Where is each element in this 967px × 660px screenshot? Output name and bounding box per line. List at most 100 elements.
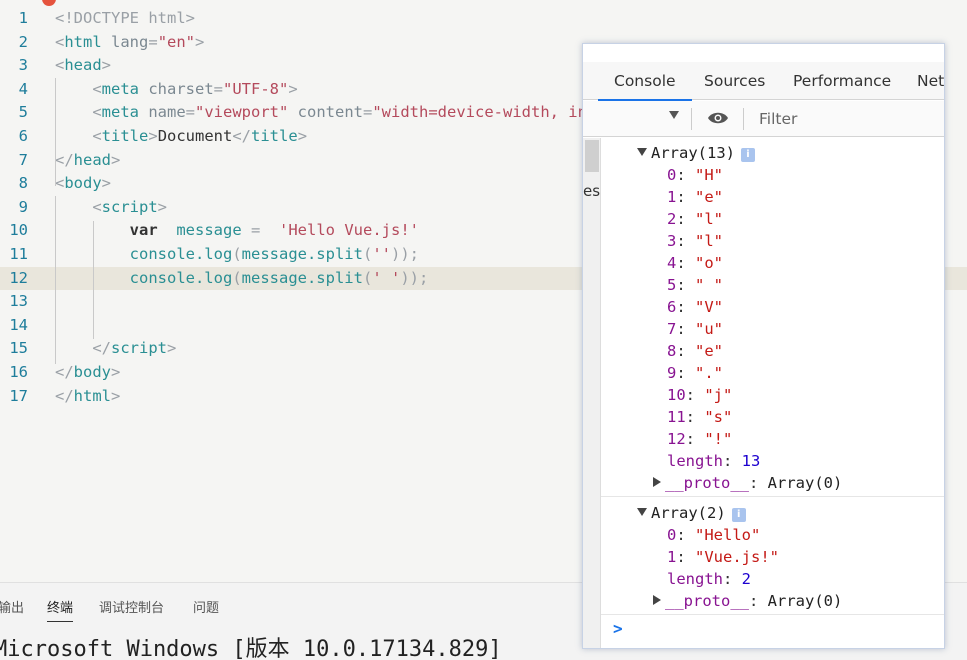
array-header[interactable]: Array(13) i <box>637 142 755 164</box>
array-item: 8: "e" <box>667 340 723 362</box>
tab-sources[interactable]: Sources <box>704 72 765 90</box>
expand-arrow-icon[interactable] <box>653 595 661 605</box>
item-value: "V" <box>695 298 724 316</box>
console-prompt[interactable]: > <box>613 619 623 638</box>
code-token: meta <box>101 79 139 98</box>
item-key: 12 <box>667 430 686 448</box>
item-value: "u" <box>695 320 724 338</box>
code-token: < <box>55 32 65 51</box>
item-colon: : <box>685 430 705 448</box>
code-token: = <box>185 103 196 122</box>
code-token: html <box>64 32 102 51</box>
indent-guide <box>55 196 56 364</box>
item-colon: : <box>676 298 696 316</box>
code-token: > <box>157 197 168 216</box>
item-value: "!" <box>704 430 733 448</box>
code-text: <head> <box>55 54 111 78</box>
array-item: 12: "!" <box>667 428 732 450</box>
filter-input[interactable] <box>753 106 944 131</box>
item-value: "Vue.js!" <box>695 548 780 566</box>
item-colon: : <box>676 526 696 544</box>
item-key: 1 <box>667 188 677 206</box>
line-number: 15 <box>9 339 28 358</box>
item-colon: : <box>676 166 696 184</box>
array-item: 9: "." <box>667 362 723 384</box>
toolbar-divider <box>743 108 744 130</box>
code-token: = <box>363 103 373 122</box>
item-value: "e" <box>695 188 724 206</box>
tab-problems[interactable]: 问题 <box>193 597 219 616</box>
item-key: length <box>667 452 723 470</box>
line-number: 6 <box>18 127 28 145</box>
tab-debug-console[interactable]: 调试控制台 <box>99 597 164 616</box>
expand-arrow-icon[interactable] <box>637 508 647 516</box>
line-number: 2 <box>18 32 28 51</box>
code-token: message <box>176 221 242 240</box>
item-value: "." <box>695 364 724 382</box>
code-token: 'Hello Vue.js!' <box>279 221 419 240</box>
devtools-tab-bar: Console Sources Performance Net <box>583 62 944 102</box>
item-key: 1 <box>667 548 677 566</box>
code-token: "UTF-8" <box>223 79 289 98</box>
tab-output[interactable]: 输出 <box>0 597 24 616</box>
tab-performance[interactable]: Performance <box>793 72 891 90</box>
sidebar-scroll[interactable] <box>583 138 601 648</box>
code-token: name <box>139 103 186 122</box>
tab-network[interactable]: Net <box>917 72 944 90</box>
item-colon: : <box>676 342 696 360</box>
code-token: charset <box>139 79 214 98</box>
item-key: length <box>667 570 723 588</box>
code-text: console.log(message.split('')); <box>55 243 419 267</box>
proto-row[interactable]: __proto__: Array(0) <box>653 472 842 494</box>
devtools-window: Console Sources Performance Net es Array… <box>582 43 945 649</box>
code-token: > <box>297 127 308 145</box>
item-value: "s" <box>704 408 733 426</box>
code-line[interactable]: 1 <!DOCTYPE html> <box>0 7 967 31</box>
code-token: </ <box>92 339 111 358</box>
expand-arrow-icon[interactable] <box>653 477 661 487</box>
terminal-output[interactable]: Microsoft Windows [版本 10.0.17134.829] <box>0 631 502 660</box>
array-header[interactable]: Array(2) i <box>637 502 746 524</box>
expand-arrow-icon[interactable] <box>637 148 647 156</box>
item-key: 7 <box>667 320 677 338</box>
code-token: </ <box>232 127 252 145</box>
code-token: </ <box>55 363 74 381</box>
item-value: "l" <box>695 232 724 250</box>
array-item: 6: "V" <box>667 296 723 318</box>
item-key: 0 <box>667 166 677 184</box>
proto-row[interactable]: __proto__: Array(0) <box>653 590 842 612</box>
context-dropdown-icon[interactable] <box>669 111 679 119</box>
eye-icon[interactable] <box>707 111 729 125</box>
info-icon[interactable]: i <box>741 148 755 162</box>
code-token: > <box>111 386 121 405</box>
item-value: 2 <box>741 570 752 588</box>
item-key: 11 <box>667 408 686 426</box>
indent-guide <box>55 78 56 186</box>
line-number: 14 <box>9 315 28 334</box>
tab-console[interactable]: Console <box>598 72 691 102</box>
code-token: > <box>288 79 298 98</box>
code-token: = <box>213 79 223 98</box>
item-value: " " <box>695 276 724 294</box>
code-token: < <box>92 79 102 98</box>
code-token: <!DOCTYPE html> <box>55 9 195 27</box>
item-key: 0 <box>667 526 677 544</box>
item-key: 4 <box>667 254 677 272</box>
item-value: "j" <box>704 386 733 404</box>
line-number: 13 <box>9 292 28 311</box>
code-token: '' <box>372 245 391 263</box>
code-token: < <box>92 103 102 122</box>
item-colon: : <box>676 320 696 338</box>
length-row: length: 13 <box>667 450 760 472</box>
code-token: ' ' <box>372 268 401 287</box>
code-text: </script> <box>55 337 176 361</box>
item-key: 8 <box>667 342 677 360</box>
info-icon[interactable]: i <box>731 508 746 522</box>
tab-terminal[interactable]: 终端 <box>47 597 74 622</box>
code-token: < <box>55 56 65 75</box>
scroll-thumb[interactable] <box>585 140 599 172</box>
